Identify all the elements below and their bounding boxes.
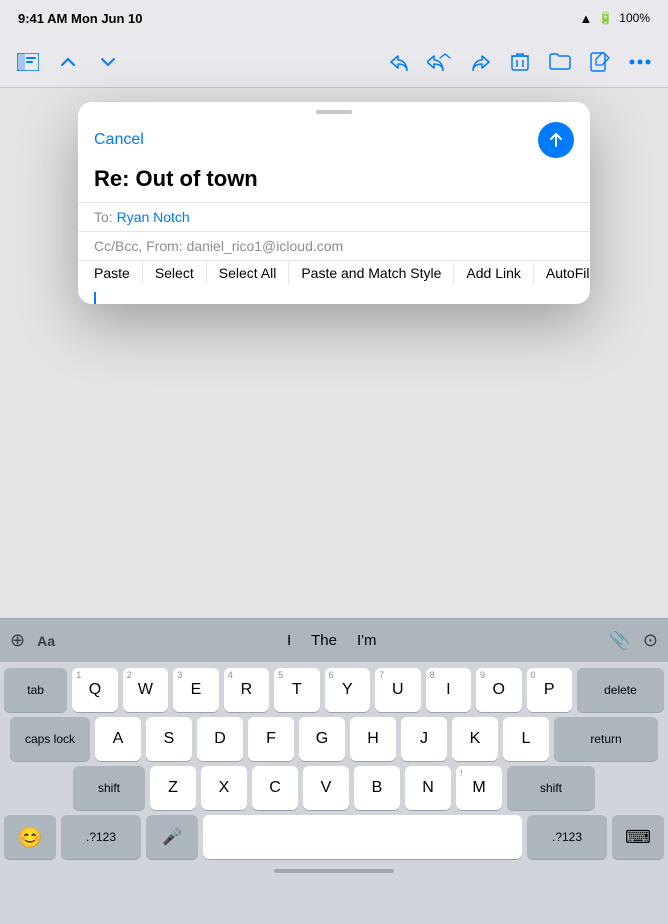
key-u[interactable]: 7U bbox=[375, 668, 420, 712]
mic-key[interactable]: 🎤 bbox=[146, 815, 198, 859]
key-y[interactable]: 6Y bbox=[325, 668, 370, 712]
mail-modal: Cancel Re: Out of town To: Ryan Notch Cc… bbox=[78, 102, 590, 304]
key-i[interactable]: 8I bbox=[426, 668, 471, 712]
subject-text: Re: Out of town bbox=[94, 166, 574, 192]
key-j[interactable]: J bbox=[401, 717, 447, 761]
key-p[interactable]: 0P bbox=[527, 668, 572, 712]
suggestion-im[interactable]: I'm bbox=[357, 632, 377, 649]
key-o[interactable]: 9O bbox=[476, 668, 521, 712]
key-e[interactable]: 3E bbox=[173, 668, 218, 712]
kb-toolbar-center: I The I'm bbox=[55, 632, 608, 649]
key-l[interactable]: L bbox=[503, 717, 549, 761]
key-x[interactable]: X bbox=[201, 766, 247, 810]
suggestion-i[interactable]: I bbox=[287, 632, 291, 649]
send-button[interactable] bbox=[538, 122, 574, 158]
home-indicator bbox=[274, 869, 394, 873]
reply-icon[interactable] bbox=[384, 46, 416, 78]
context-menu: Paste Select Select All Paste and Match … bbox=[78, 260, 590, 284]
return-key[interactable]: return bbox=[554, 717, 658, 761]
add-link-button[interactable]: Add Link bbox=[454, 261, 533, 284]
caps-lock-key[interactable]: caps lock bbox=[10, 717, 90, 761]
emoji-key[interactable]: 😊 bbox=[4, 815, 56, 859]
to-field: To: Ryan Notch bbox=[78, 202, 590, 231]
space-key[interactable] bbox=[203, 815, 522, 859]
select-button[interactable]: Select bbox=[143, 261, 207, 284]
paste-match-style-button[interactable]: Paste and Match Style bbox=[289, 261, 454, 284]
key-v[interactable]: V bbox=[303, 766, 349, 810]
key-a[interactable]: A bbox=[95, 717, 141, 761]
reply-all-icon[interactable] bbox=[424, 46, 456, 78]
toolbar-left bbox=[12, 46, 124, 78]
key-k[interactable]: K bbox=[452, 717, 498, 761]
compose-icon[interactable] bbox=[584, 46, 616, 78]
attachment-icon[interactable]: 📎 bbox=[608, 630, 630, 651]
keyboard-row-bottom: 😊 .?123 🎤 .?123 ⌨ bbox=[4, 815, 664, 859]
key-h[interactable]: H bbox=[350, 717, 396, 761]
cancel-button[interactable]: Cancel bbox=[94, 131, 144, 149]
select-all-button[interactable]: Select All bbox=[207, 261, 290, 284]
format-icon[interactable]: ⊕ bbox=[10, 630, 25, 651]
toolbar bbox=[0, 36, 668, 88]
forward-icon[interactable] bbox=[464, 46, 496, 78]
cc-field: Cc/Bcc, From: daniel_rico1@icloud.com bbox=[78, 231, 590, 260]
sidebar-icon[interactable] bbox=[12, 46, 44, 78]
numbers-left-key[interactable]: .?123 bbox=[61, 815, 141, 859]
key-b[interactable]: B bbox=[354, 766, 400, 810]
modal-header: Cancel bbox=[78, 118, 590, 166]
kb-toolbar-right: 📎 ⊙ bbox=[608, 630, 658, 651]
key-q[interactable]: 1Q bbox=[72, 668, 117, 712]
subject-field: Re: Out of town bbox=[78, 166, 590, 202]
keyboard-dismiss-key[interactable]: ⌨ bbox=[612, 815, 664, 859]
wifi-icon: ▲ bbox=[579, 11, 592, 26]
drag-handle-bar bbox=[316, 110, 352, 114]
key-z[interactable]: Z bbox=[150, 766, 196, 810]
delete-key[interactable]: delete bbox=[577, 668, 664, 712]
chevron-up-icon[interactable] bbox=[52, 46, 84, 78]
keyboard-row-3: shift Z X C V B N !M shift bbox=[4, 766, 664, 810]
more-icon[interactable] bbox=[624, 46, 656, 78]
kb-toolbar-left: ⊕ Aa bbox=[10, 630, 55, 651]
key-d[interactable]: D bbox=[197, 717, 243, 761]
keyboard-row-2: caps lock A S D F G H J K L return bbox=[4, 717, 664, 761]
keyboard-toolbar: ⊕ Aa I The I'm 📎 ⊙ bbox=[0, 618, 668, 662]
cc-label: Cc/Bcc, From: bbox=[94, 238, 183, 254]
autofill-button[interactable]: AutoFill bbox=[534, 261, 590, 284]
folder-icon[interactable] bbox=[544, 46, 576, 78]
suggestion-the[interactable]: The bbox=[311, 632, 337, 649]
tab-key[interactable]: tab bbox=[4, 668, 67, 712]
from-value: daniel_rico1@icloud.com bbox=[187, 238, 344, 254]
keyboard-area: ⊕ Aa I The I'm 📎 ⊙ tab 1Q 2W 3E 4R 5T 6Y… bbox=[0, 618, 668, 924]
battery-icon: 🔋 bbox=[598, 11, 613, 25]
key-c[interactable]: C bbox=[252, 766, 298, 810]
to-label: To: bbox=[94, 209, 113, 225]
text-size-icon[interactable]: Aa bbox=[37, 633, 55, 649]
chevron-down-icon[interactable] bbox=[92, 46, 124, 78]
keyboard: tab 1Q 2W 3E 4R 5T 6Y 7U 8I 9O 0P delete… bbox=[0, 662, 668, 865]
key-t[interactable]: 5T bbox=[274, 668, 319, 712]
drag-handle bbox=[78, 102, 590, 118]
status-time: 9:41 AM Mon Jun 10 bbox=[18, 11, 143, 26]
trash-icon[interactable] bbox=[504, 46, 536, 78]
battery-percent: 100% bbox=[619, 11, 650, 25]
toolbar-right bbox=[384, 46, 656, 78]
status-icons: ▲ 🔋 100% bbox=[579, 11, 650, 26]
paste-button[interactable]: Paste bbox=[82, 261, 143, 284]
key-m[interactable]: !M bbox=[456, 766, 502, 810]
shift-left-key[interactable]: shift bbox=[73, 766, 145, 810]
shift-right-key[interactable]: shift bbox=[507, 766, 595, 810]
numbers-right-key[interactable]: .?123 bbox=[527, 815, 607, 859]
key-g[interactable]: G bbox=[299, 717, 345, 761]
key-f[interactable]: F bbox=[248, 717, 294, 761]
key-s[interactable]: S bbox=[146, 717, 192, 761]
to-value[interactable]: Ryan Notch bbox=[117, 209, 190, 225]
key-r[interactable]: 4R bbox=[224, 668, 269, 712]
key-n[interactable]: N bbox=[405, 766, 451, 810]
cursor bbox=[94, 292, 574, 304]
mail-body[interactable]: Sent from my iPad On Jun 5, 2024, at 11:… bbox=[78, 284, 590, 304]
dictation-icon[interactable]: ⊙ bbox=[643, 630, 658, 651]
key-w[interactable]: 2W bbox=[123, 668, 168, 712]
status-bar: 9:41 AM Mon Jun 10 ▲ 🔋 100% bbox=[0, 0, 668, 36]
keyboard-row-1: tab 1Q 2W 3E 4R 5T 6Y 7U 8I 9O 0P delete bbox=[4, 668, 664, 712]
